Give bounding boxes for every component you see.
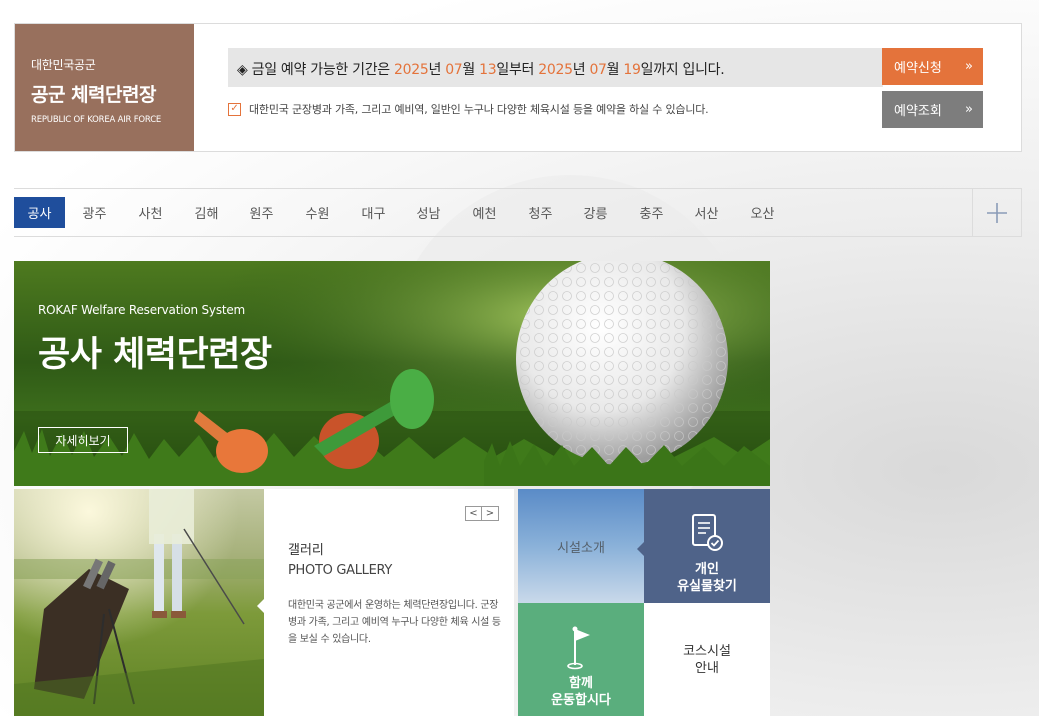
tab-chungju[interactable]: 충주 (626, 197, 677, 228)
together-label-line1: 함께 (569, 676, 593, 691)
start-suffix: 일부터 (496, 62, 539, 78)
tab-seosan[interactable]: 서산 (681, 197, 732, 228)
reservation-period-notice: ◈ 금일 예약 가능한 기간은 2025년 07월 13일부터 2025년 07… (228, 48, 883, 87)
plus-icon (987, 202, 1007, 223)
lost-label-line1: 개인 (695, 562, 719, 577)
course-label-line2: 안내 (695, 660, 719, 676)
more-button[interactable] (972, 189, 1021, 236)
hero-more-button[interactable]: 자세히보기 (38, 427, 128, 453)
tab-gwangju[interactable]: 광주 (69, 197, 120, 228)
end-year: 2025 (538, 62, 573, 78)
reservation-check-button[interactable]: 예약조회 » (882, 91, 983, 128)
facility-intro-button[interactable]: 시설소개 (518, 489, 644, 603)
exercise-together-button[interactable]: 함께 운동합시다 (518, 603, 651, 716)
year-label: 년 (428, 62, 446, 78)
panel-notch (637, 542, 644, 556)
gallery-title: 갤러리 (288, 543, 324, 558)
brand-block[interactable]: 대한민국공군 공군 체력단련장 REPUBLIC OF KOREA AIR FO… (15, 24, 194, 151)
tab-wonju[interactable]: 원주 (236, 197, 287, 228)
document-check-icon (692, 514, 723, 551)
month-label: 월 (462, 62, 480, 78)
end-day: 19 (623, 62, 641, 78)
prev-arrow-icon[interactable]: < (465, 506, 482, 521)
end-month: 07 (589, 62, 607, 78)
reservation-header: 대한민국공군 공군 체력단련장 REPUBLIC OF KOREA AIR FO… (14, 23, 1022, 152)
brand-name: 공군 체력단련장 (31, 84, 156, 106)
lost-label-line2: 유실물찾기 (677, 579, 737, 594)
gallery-nav: < > (465, 506, 499, 521)
together-label-line2: 운동합시다 (551, 693, 611, 708)
gallery-description: 대한민국 공군에서 운영하는 체력단련장입니다. 군장병과 가족, 그리고 예비… (288, 600, 501, 645)
hero-title: 공사 체력단련장 (38, 335, 272, 375)
tab-gangneung[interactable]: 강릉 (570, 197, 621, 228)
panel-notch (257, 599, 264, 613)
tab-cheongju[interactable]: 청주 (515, 197, 566, 228)
hero-banner: ROKAF Welfare Reservation System 공사 체력단련… (14, 261, 770, 486)
year-label: 년 (572, 62, 590, 78)
tab-seongnam[interactable]: 성남 (403, 197, 454, 228)
check-label: 예약조회 (894, 104, 942, 119)
double-chevron-right-icon: » (965, 59, 973, 74)
course-facility-button[interactable]: 코스시설 안내 (644, 603, 770, 716)
info-text: 대한민국 군장병과 가족, 그리고 예비역, 일반인 누구나 다양한 체육시설 … (249, 103, 709, 116)
lost-and-found-button[interactable]: 개인 유실물찾기 (637, 489, 770, 603)
apply-label: 예약신청 (894, 61, 942, 76)
start-year: 2025 (394, 62, 429, 78)
double-chevron-right-icon: » (965, 102, 973, 117)
gallery-title-english: PHOTO GALLERY (288, 563, 393, 578)
tab-yecheon[interactable]: 예천 (459, 197, 510, 228)
tab-suwon[interactable]: 수원 (292, 197, 343, 228)
start-month: 07 (445, 62, 463, 78)
next-arrow-icon[interactable]: > (482, 506, 499, 521)
golfer-illustration (14, 489, 264, 716)
tab-gimhae[interactable]: 김해 (181, 197, 232, 228)
tab-osan[interactable]: 오산 (737, 197, 788, 228)
start-day: 13 (479, 62, 497, 78)
tab-daegu[interactable]: 대구 (348, 197, 399, 228)
checkbox-icon: ✓ (228, 102, 241, 116)
brand-subtitle: 대한민국공군 (31, 58, 96, 72)
tab-sacheon[interactable]: 사천 (125, 197, 176, 228)
month-label: 월 (606, 62, 624, 78)
gallery-photo[interactable] (14, 489, 264, 716)
end-suffix: 일까지 입니다. (640, 62, 725, 78)
gallery-panel: < > 갤러리 PHOTO GALLERY 대한민국 공군에서 운영하는 체력단… (257, 489, 514, 716)
reservation-apply-button[interactable]: 예약신청 » (882, 48, 983, 85)
golf-flag-icon (567, 626, 590, 670)
brand-english-name: REPUBLIC OF KOREA AIR FORCE (31, 115, 162, 125)
course-label-line1: 코스시설 (683, 643, 731, 659)
location-tabs: 공사 광주 사천 김해 원주 수원 대구 성남 예천 청주 강릉 충주 서산 오… (14, 188, 1022, 237)
notice-prefix: ◈ 금일 예약 가능한 기간은 (237, 62, 395, 78)
info-line: ✓ 대한민국 군장병과 가족, 그리고 예비역, 일반인 누구나 다양한 체육시… (228, 101, 709, 117)
facility-label: 시설소개 (557, 540, 605, 556)
tab-gongsa[interactable]: 공사 (14, 197, 65, 228)
hero-subtitle: ROKAF Welfare Reservation System (38, 303, 246, 317)
